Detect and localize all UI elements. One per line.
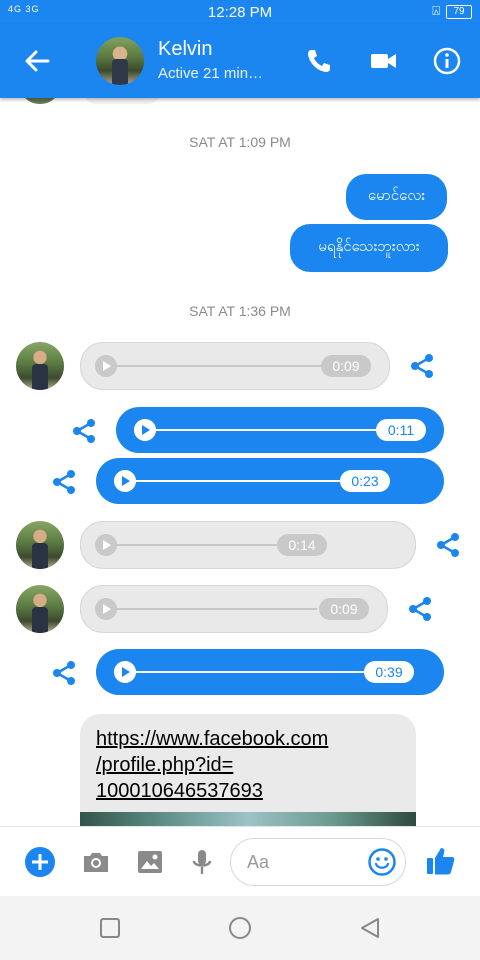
- play-icon[interactable]: [134, 419, 156, 441]
- share-icon[interactable]: [406, 595, 434, 623]
- thumbs-up-icon[interactable]: [424, 844, 458, 878]
- audio-message[interactable]: 0:14: [80, 521, 416, 569]
- avatar: [18, 98, 62, 104]
- home-circle-icon[interactable]: [228, 916, 252, 940]
- sent-message[interactable]: မရနိုင်သေးဘူးလား: [290, 224, 448, 272]
- audio-progress-track[interactable]: [136, 671, 372, 673]
- audio-duration: 0:23: [340, 470, 390, 492]
- audio-progress-track[interactable]: [136, 480, 346, 482]
- share-icon[interactable]: [50, 659, 78, 687]
- status-time: 12:28 PM: [207, 4, 273, 21]
- link-url-line[interactable]: /profile.php?id=: [96, 752, 396, 778]
- camera-icon[interactable]: [80, 846, 112, 878]
- message-thread[interactable]: SAT AT 1:09 PM မောင်လေး မရနိုင်သေးဘူးလား…: [0, 98, 480, 826]
- audio-progress-track[interactable]: [117, 544, 277, 546]
- link-url[interactable]: https://www.facebook.com /profile.php?id…: [96, 726, 396, 804]
- timestamp: SAT AT 1:09 PM: [189, 134, 291, 150]
- audio-duration: 0:11: [376, 419, 426, 441]
- audio-progress-track[interactable]: [117, 365, 321, 367]
- share-icon[interactable]: [50, 468, 78, 496]
- audio-duration: 0:14: [277, 534, 327, 556]
- share-icon[interactable]: [434, 531, 462, 559]
- share-icon[interactable]: [408, 352, 436, 380]
- audio-message[interactable]: 0:09: [80, 342, 390, 390]
- message-input-placeholder: Aa: [247, 852, 270, 872]
- info-icon[interactable]: [432, 46, 462, 76]
- microphone-icon[interactable]: [186, 846, 218, 878]
- link-url-line[interactable]: https://www.facebook.com: [96, 726, 396, 752]
- audio-duration: 0:39: [364, 661, 414, 683]
- play-icon[interactable]: [95, 534, 117, 556]
- chat-header: Kelvin Active 21 min…: [0, 24, 480, 98]
- message-composer: Aa: [0, 826, 480, 897]
- status-bar: 4G 3G 12:28 PM ⍓ 79: [0, 0, 480, 24]
- recents-square-icon[interactable]: [98, 916, 122, 940]
- phone-icon[interactable]: [304, 46, 334, 76]
- plus-icon[interactable]: [24, 846, 56, 878]
- link-message[interactable]: https://www.facebook.com /profile.php?id…: [80, 714, 416, 826]
- play-icon[interactable]: [114, 470, 136, 492]
- back-triangle-icon[interactable]: [358, 916, 382, 940]
- contact-avatar[interactable]: [96, 37, 144, 85]
- audio-progress-track[interactable]: [117, 608, 317, 610]
- audio-duration: 0:09: [321, 355, 371, 377]
- audio-message[interactable]: 0:23: [96, 458, 444, 504]
- avatar[interactable]: [16, 342, 64, 390]
- system-navigation-bar: [0, 896, 480, 960]
- back-arrow-icon[interactable]: [22, 46, 52, 76]
- audio-progress-track[interactable]: [156, 429, 382, 431]
- play-icon[interactable]: [95, 355, 117, 377]
- link-url-line[interactable]: 100010646537693: [96, 778, 396, 804]
- play-icon[interactable]: [114, 661, 136, 683]
- battery-indicator: 79: [446, 5, 472, 19]
- avatar[interactable]: [16, 521, 64, 569]
- contact-name[interactable]: Kelvin: [158, 38, 212, 61]
- play-icon[interactable]: [95, 598, 117, 620]
- avatar[interactable]: [16, 585, 64, 633]
- audio-duration: 0:09: [319, 598, 369, 620]
- audio-message[interactable]: 0:39: [96, 649, 444, 695]
- vpn-icon: ⍓: [432, 3, 440, 18]
- partial-message-bubble: [84, 98, 160, 104]
- image-icon[interactable]: [134, 846, 166, 878]
- timestamp: SAT AT 1:36 PM: [189, 303, 291, 319]
- audio-message[interactable]: 0:09: [80, 585, 388, 633]
- audio-message[interactable]: 0:11: [116, 407, 444, 453]
- share-icon[interactable]: [70, 417, 98, 445]
- contact-status: Active 21 min…: [158, 65, 264, 82]
- emoji-icon[interactable]: [367, 847, 397, 877]
- message-input[interactable]: Aa: [230, 838, 406, 886]
- video-camera-icon[interactable]: [368, 46, 398, 76]
- link-preview-image[interactable]: [80, 812, 416, 826]
- sent-message[interactable]: မောင်လေး: [346, 174, 447, 220]
